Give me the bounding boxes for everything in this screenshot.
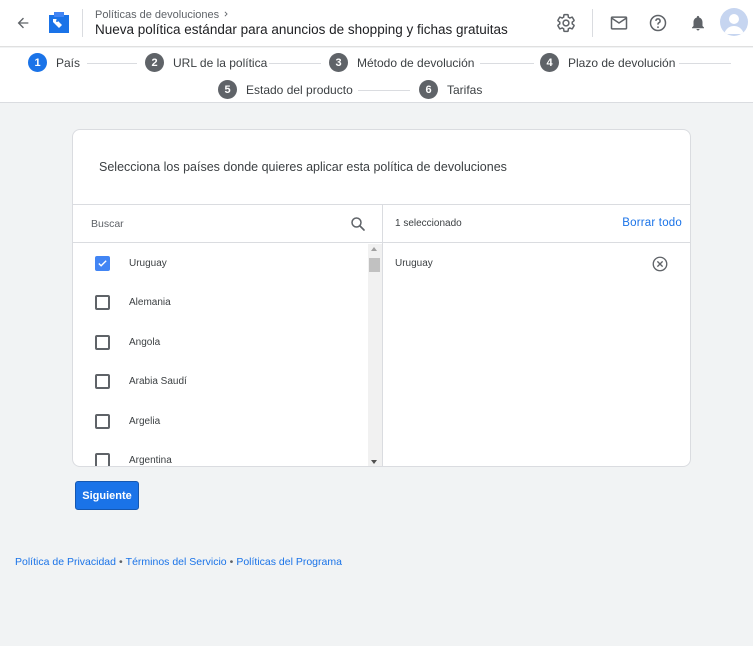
header-divider: [82, 9, 83, 37]
next-button[interactable]: Siguiente: [75, 481, 139, 510]
checkbox[interactable]: [95, 453, 110, 466]
back-arrow-icon[interactable]: [12, 12, 34, 34]
country-label: Argentina: [129, 455, 172, 466]
help-icon[interactable]: [647, 12, 669, 34]
checkbox-checked[interactable]: [95, 256, 110, 271]
footer-separator: •: [229, 556, 234, 568]
step-label: Método de devolución: [357, 55, 475, 70]
step-label: Tarifas: [447, 82, 483, 97]
checkbox[interactable]: [95, 374, 110, 389]
header-icon-divider: [592, 9, 593, 37]
step-number: 3: [329, 53, 348, 72]
top-app-bar: Políticas de devoluciones Nueva política…: [0, 0, 753, 47]
country-label: Uruguay: [129, 258, 167, 269]
chevron-right-icon: [221, 7, 231, 22]
step-connector: [358, 90, 410, 91]
search-icon[interactable]: [349, 215, 367, 233]
page-title: Nueva política estándar para anuncios de…: [95, 22, 508, 37]
search-input[interactable]: [91, 215, 331, 233]
step-pais[interactable]: 1 País: [28, 53, 80, 72]
scrollbar-thumb[interactable]: [369, 258, 380, 272]
country-label: Angola: [129, 337, 161, 348]
privacy-policy-link[interactable]: Política de Privacidad: [15, 556, 116, 568]
list-item[interactable]: Arabia Saudí: [73, 362, 368, 401]
checkbox[interactable]: [95, 295, 110, 310]
step-metodo-devolucion[interactable]: 3 Método de devolución: [329, 53, 474, 72]
remove-circle-icon[interactable]: [651, 255, 669, 273]
step-number: 5: [218, 80, 237, 99]
card-heading: Selecciona los países donde quieres apli…: [99, 160, 507, 174]
selected-count: 1 seleccionado: [395, 218, 462, 229]
scroll-down-arrow-icon[interactable]: [371, 460, 377, 464]
step-connector: [679, 63, 731, 64]
country-label: Arabia Saudí: [129, 376, 187, 387]
step-number: 2: [145, 53, 164, 72]
step-connector: [87, 63, 137, 64]
footer-links: Política de Privacidad • Términos del Serv…: [15, 556, 342, 568]
settings-icon[interactable]: [555, 12, 577, 34]
clear-all-button[interactable]: Borrar todo: [622, 217, 682, 229]
country-label: Alemania: [129, 297, 171, 308]
list-item[interactable]: Alemania: [73, 283, 368, 322]
list-scrollbar[interactable]: [368, 244, 382, 466]
country-label: Argelia: [129, 416, 161, 427]
step-plazo-devolucion[interactable]: 4 Plazo de devolución: [540, 53, 675, 72]
selected-header: 1 seleccionado Borrar todo: [383, 205, 690, 243]
list-item[interactable]: Angola: [73, 323, 368, 362]
list-item[interactable]: Argelia: [73, 402, 368, 441]
account-avatar[interactable]: [720, 8, 748, 36]
step-label: Plazo de devolución: [568, 55, 676, 70]
step-label: País: [56, 55, 81, 70]
mail-icon[interactable]: [608, 12, 630, 34]
checkbox[interactable]: [95, 414, 110, 429]
step-number: 6: [419, 80, 438, 99]
country-list: Uruguay Alemania Angola Arabia Saudí Arg…: [73, 244, 368, 466]
step-number: 4: [540, 53, 559, 72]
merchant-center-logo: [47, 11, 71, 35]
list-item[interactable]: Uruguay: [73, 244, 368, 283]
selected-item: Uruguay: [383, 244, 690, 283]
selected-country-label: Uruguay: [395, 258, 433, 269]
step-label: Estado del producto: [246, 82, 353, 97]
breadcrumb[interactable]: Políticas de devoluciones: [95, 7, 231, 22]
step-label: URL de la política: [173, 55, 268, 70]
breadcrumb-link[interactable]: Políticas de devoluciones: [95, 9, 219, 21]
step-connector: [269, 63, 321, 64]
checkbox[interactable]: [95, 335, 110, 350]
step-estado-producto[interactable]: 5 Estado del producto: [218, 80, 353, 99]
scroll-up-arrow-icon[interactable]: [371, 247, 377, 251]
step-connector: [480, 63, 534, 64]
list-item[interactable]: Argentina: [73, 441, 368, 466]
country-selection-card: Selecciona los países donde quieres apli…: [72, 129, 691, 467]
step-number: 1: [28, 53, 47, 72]
search-row: [73, 205, 382, 243]
terms-of-service-link[interactable]: Términos del Servicio: [126, 556, 227, 568]
step-tarifas[interactable]: 6 Tarifas: [419, 80, 482, 99]
notifications-icon[interactable]: [687, 12, 709, 34]
footer-separator: •: [118, 556, 123, 568]
program-policies-link[interactable]: Políticas del Programa: [236, 556, 342, 568]
progress-stepper: 1 País 2 URL de la política 3 Método de …: [0, 48, 753, 103]
step-url-politica[interactable]: 2 URL de la política: [145, 53, 267, 72]
